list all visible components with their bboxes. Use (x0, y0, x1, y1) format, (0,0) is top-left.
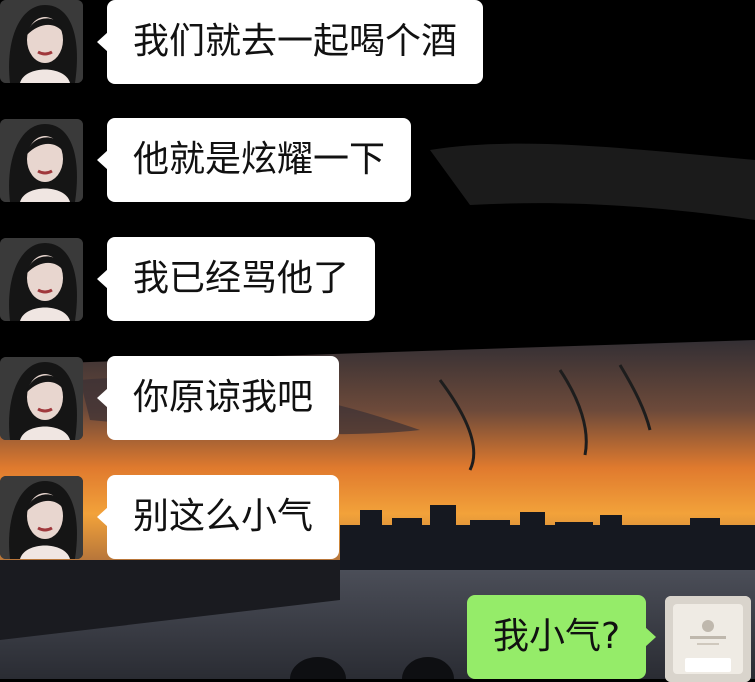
product-box-avatar-icon (665, 596, 751, 682)
contact-avatar[interactable] (0, 119, 83, 202)
contact-avatar[interactable] (0, 238, 83, 321)
contact-avatar[interactable] (0, 476, 83, 559)
outgoing-message-bubble[interactable]: 我小气? (467, 595, 657, 679)
chat-message-list[interactable]: 我们就去一起喝个酒 他就是炫耀一下 我已经骂他了 你原谅我吧 别这么小气 我小气… (0, 0, 755, 682)
contact-avatar[interactable] (0, 0, 83, 83)
incoming-message-bubble[interactable]: 我们就去一起喝个酒 (96, 0, 484, 84)
my-avatar[interactable] (665, 596, 751, 682)
incoming-message-bubble[interactable]: 我已经骂他了 (96, 237, 376, 321)
contact-avatar[interactable] (0, 357, 83, 440)
woman-portrait-avatar-icon (0, 0, 83, 83)
woman-portrait-avatar-icon (0, 119, 83, 202)
woman-portrait-avatar-icon (0, 476, 83, 559)
woman-portrait-avatar-icon (0, 357, 83, 440)
incoming-message-bubble[interactable]: 你原谅我吧 (96, 356, 340, 440)
woman-portrait-avatar-icon (0, 238, 83, 321)
incoming-message-bubble[interactable]: 他就是炫耀一下 (96, 118, 412, 202)
incoming-message-bubble[interactable]: 别这么小气 (96, 475, 340, 559)
